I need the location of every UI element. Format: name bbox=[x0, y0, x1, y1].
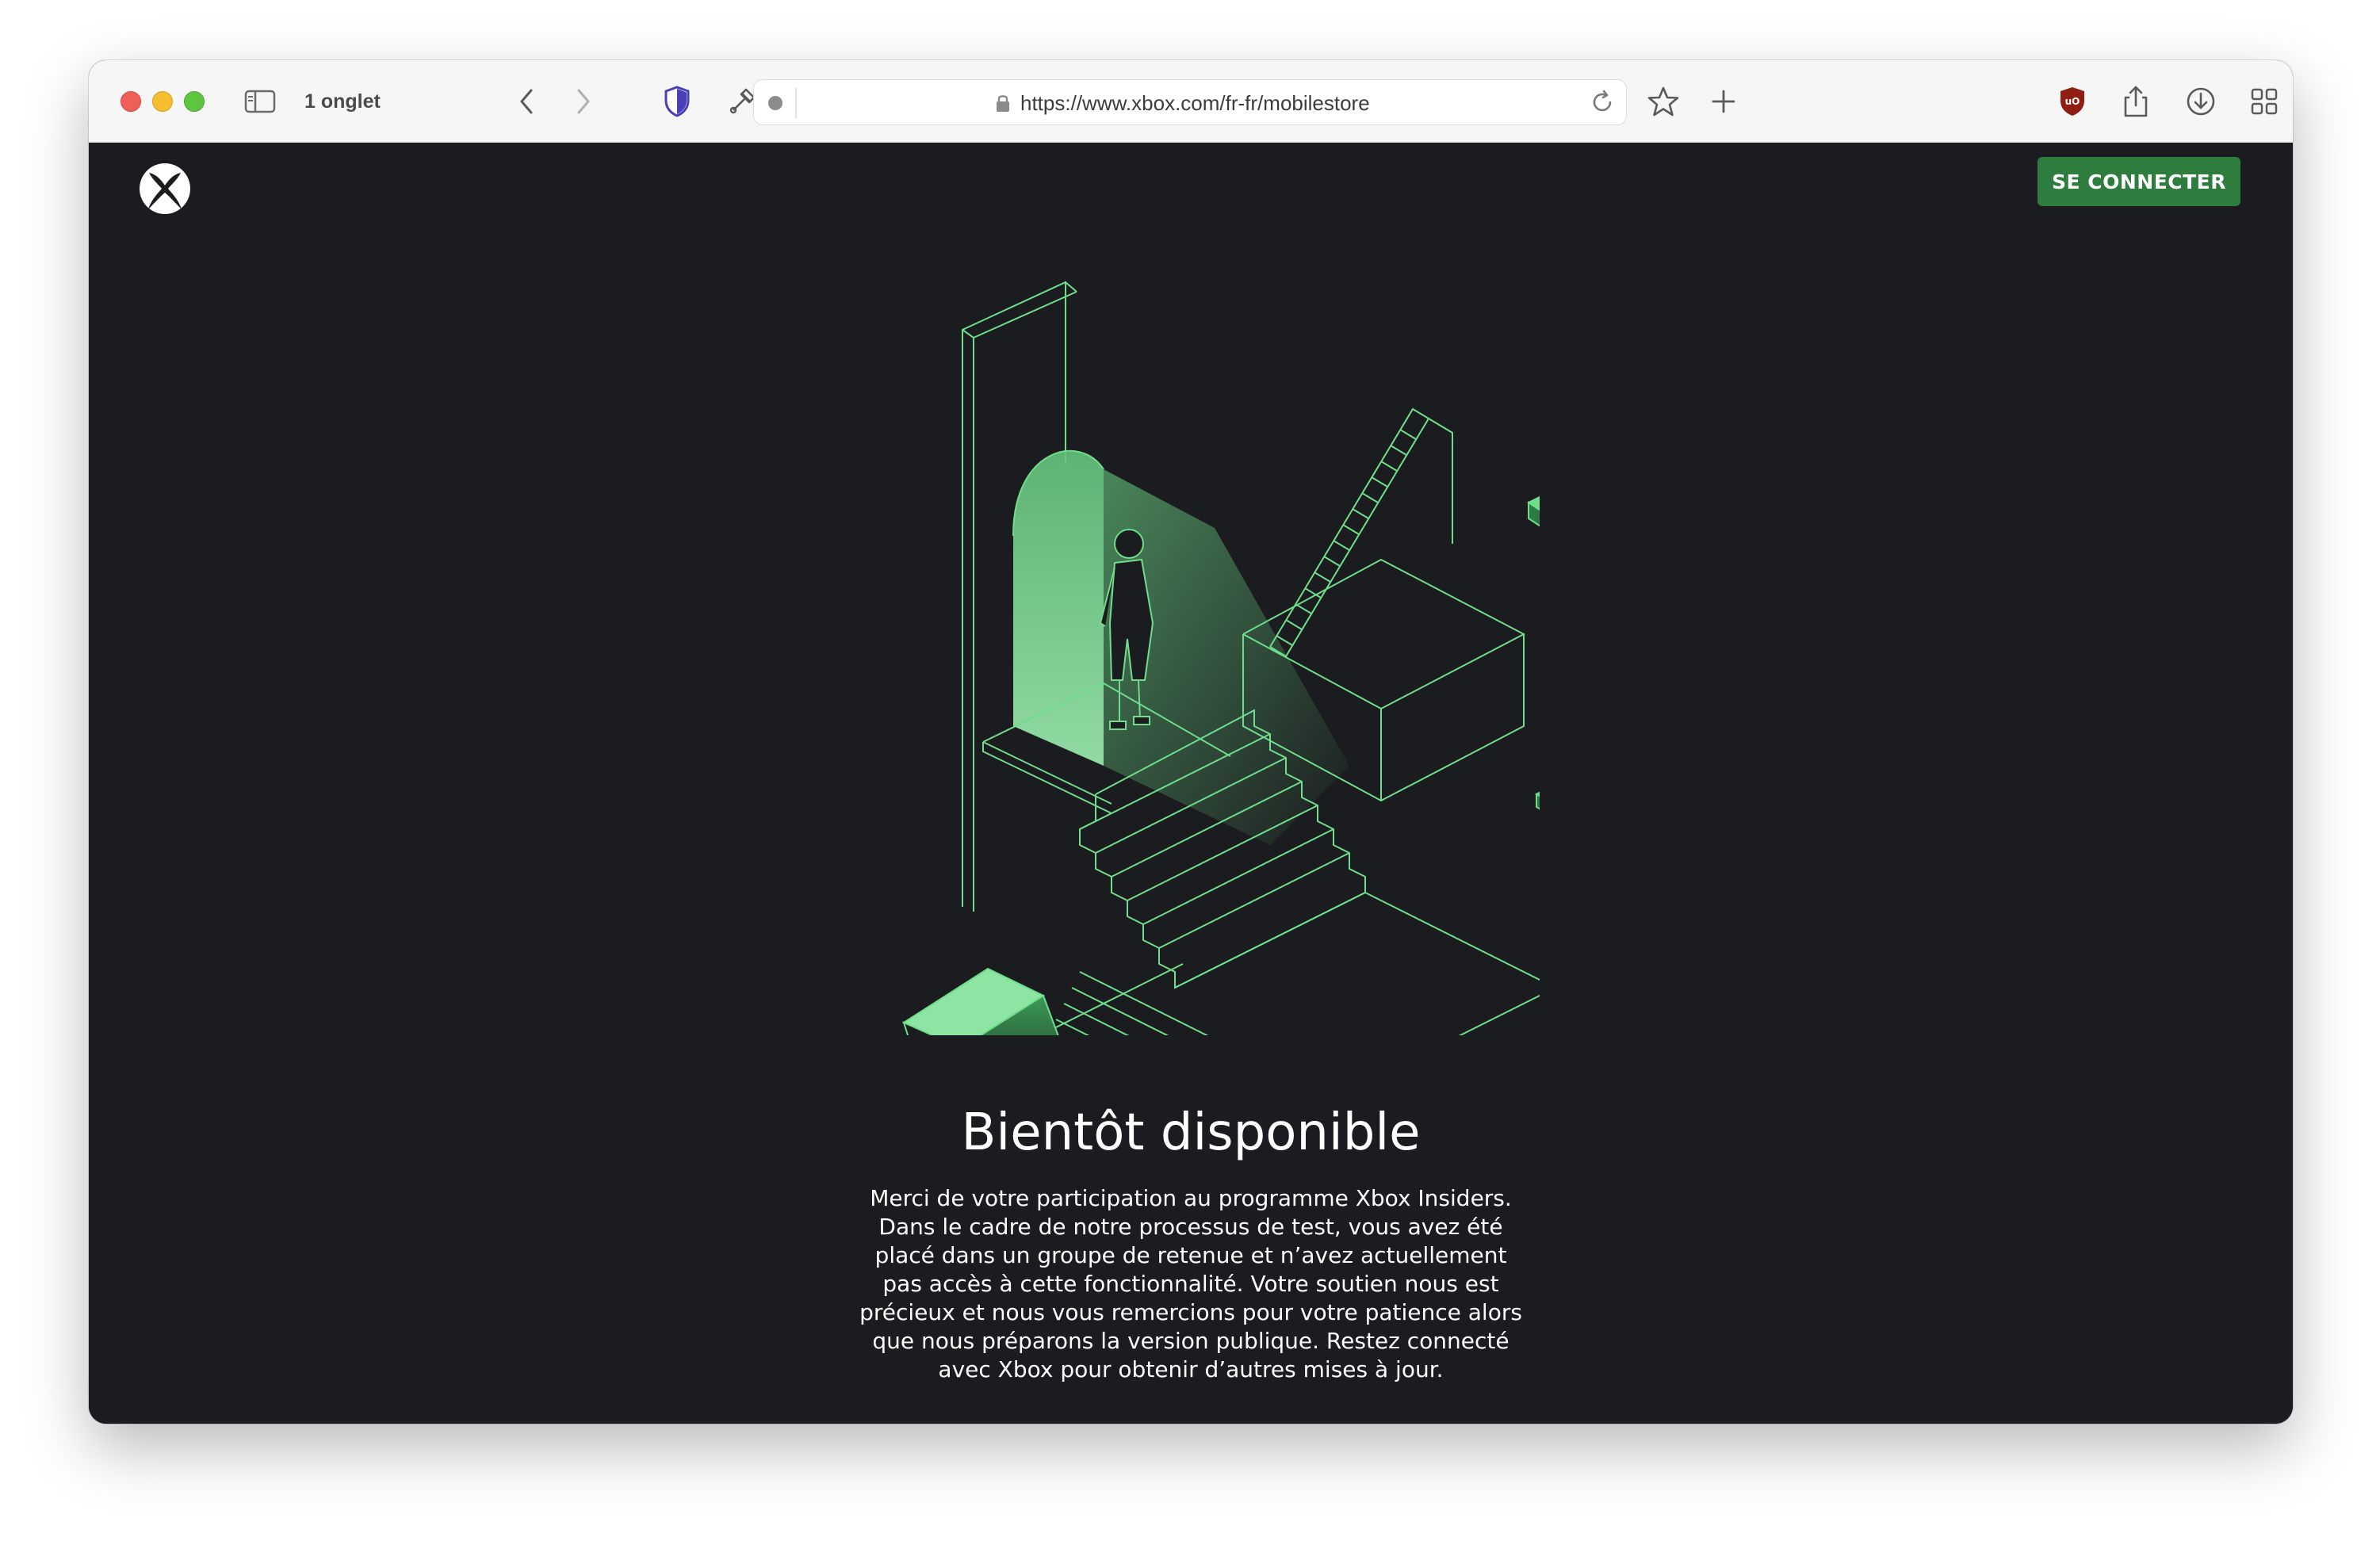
url-text[interactable]: https://www.xbox.com/fr-fr/mobilestore bbox=[1020, 90, 1370, 117]
address-bar[interactable]: https://www.xbox.com/fr-fr/mobilestore bbox=[753, 79, 1627, 125]
tab-count-label[interactable]: 1 onglet bbox=[304, 87, 381, 116]
ublock-origin-icon[interactable]: uO bbox=[2053, 82, 2091, 120]
insiders-message: Merci de votre participation au programm… bbox=[859, 1185, 1522, 1382]
share-icon[interactable] bbox=[2117, 82, 2155, 120]
page-title: Bientôt disponible bbox=[961, 1103, 1421, 1162]
browser-window: 1 onglet https://www.xbox.com/fr-fr/mobi… bbox=[89, 60, 2293, 1424]
sidebar-toggle-icon[interactable] bbox=[241, 82, 279, 120]
floating-bar-shape bbox=[1534, 791, 1540, 810]
minimize-window-button[interactable] bbox=[152, 91, 173, 112]
xbox-logo-icon[interactable] bbox=[138, 162, 192, 220]
reload-icon[interactable] bbox=[1590, 90, 1615, 119]
svg-text:uO: uO bbox=[2065, 96, 2080, 107]
address-bar-divider bbox=[795, 88, 797, 118]
tab-overview-icon[interactable] bbox=[2245, 82, 2283, 120]
browser-toolbar: 1 onglet https://www.xbox.com/fr-fr/mobi… bbox=[89, 60, 2293, 143]
lock-icon bbox=[995, 93, 1011, 117]
isometric-stairs-illustration bbox=[901, 281, 1540, 1035]
page-status-icon bbox=[768, 96, 782, 110]
downloads-icon[interactable] bbox=[2182, 82, 2220, 120]
sign-in-button[interactable]: SE CONNECTER bbox=[2038, 157, 2240, 206]
bookmark-star-icon[interactable] bbox=[1644, 82, 1682, 120]
small-cube-shape bbox=[1527, 495, 1540, 527]
privacy-shield-icon[interactable] bbox=[658, 82, 696, 120]
zoom-window-button[interactable] bbox=[184, 91, 205, 112]
close-window-button[interactable] bbox=[121, 91, 141, 112]
page-content: SE CONNECTER Bientôt disponible Merci de… bbox=[89, 143, 2293, 1424]
forward-icon[interactable] bbox=[564, 82, 603, 120]
back-icon[interactable] bbox=[507, 82, 545, 120]
new-tab-plus-icon[interactable] bbox=[1705, 82, 1743, 120]
large-cube-shape bbox=[901, 967, 1059, 1035]
